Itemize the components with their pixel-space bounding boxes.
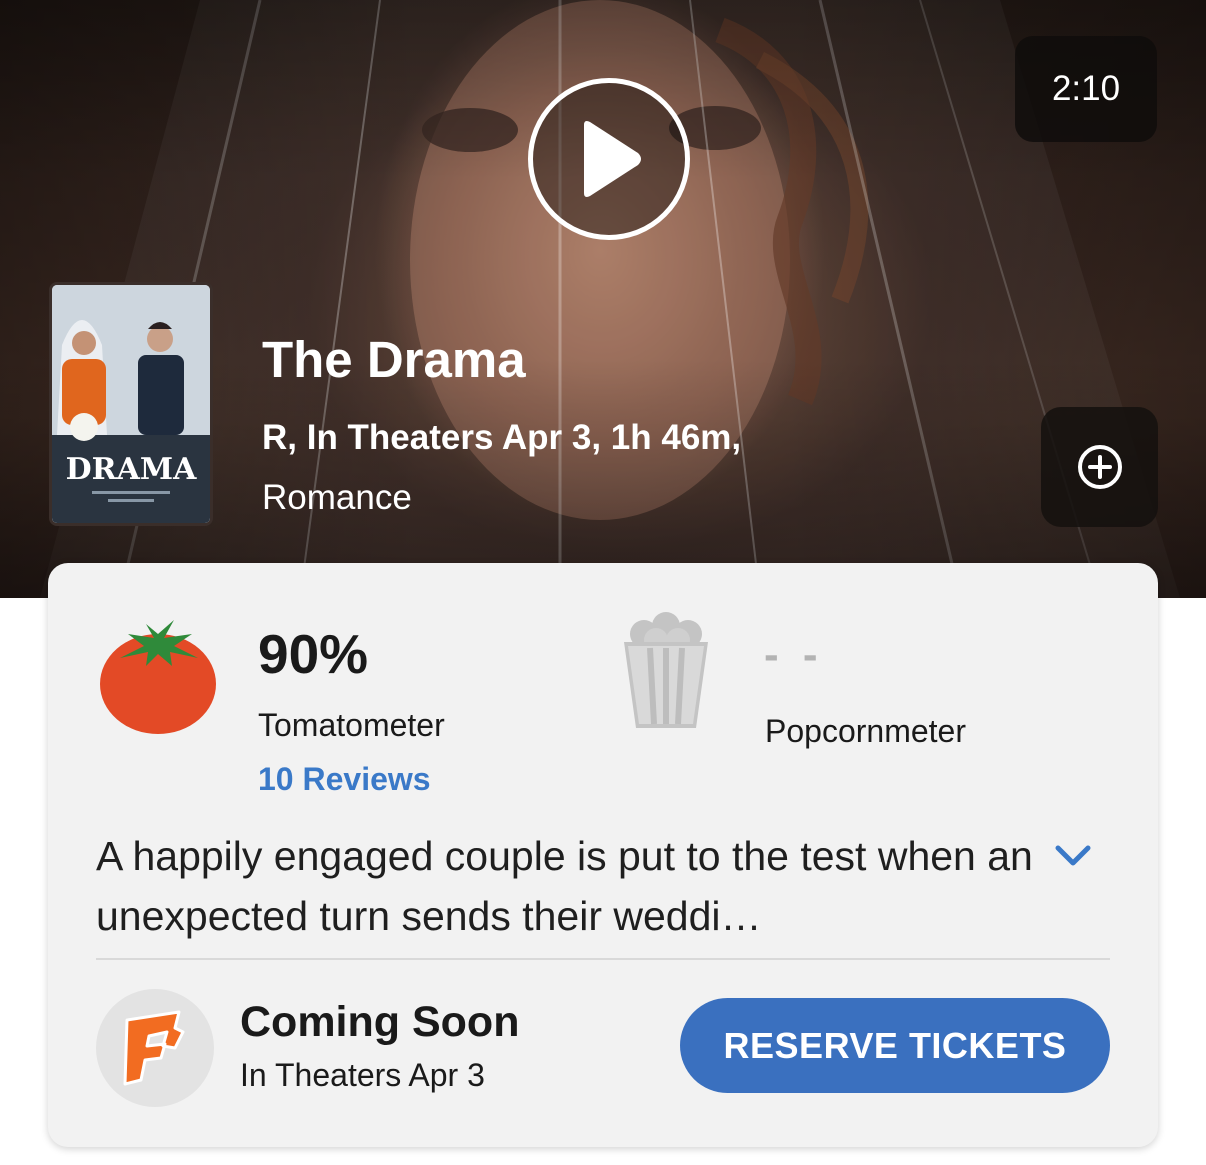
popcorn-bucket-icon	[624, 612, 708, 728]
movie-poster[interactable]: DRAMA	[49, 282, 213, 526]
movie-meta: R, In Theaters Apr 3, 1h 46m,	[262, 418, 742, 457]
movie-genre: Romance	[262, 478, 412, 517]
trailer-duration-badge: 2:10	[1015, 36, 1157, 142]
divider	[96, 958, 1110, 960]
poster-image: DRAMA	[52, 285, 210, 523]
plus-circle-icon	[1077, 445, 1122, 489]
movie-title: The Drama	[262, 331, 526, 388]
popcornmeter-score: - -	[764, 630, 824, 679]
add-to-watchlist-button[interactable]	[1041, 407, 1158, 527]
tomatometer-label: Tomatometer	[258, 707, 445, 743]
tomatometer-score: 90%	[258, 623, 369, 685]
synopsis-text[interactable]: A happily engaged couple is put to the t…	[96, 826, 1036, 946]
trailer-hero[interactable]: 2:10 DRAMA The Drama R, In Theaters Apr …	[0, 0, 1206, 598]
chevron-down-icon[interactable]	[1052, 840, 1094, 872]
tomato-icon	[100, 620, 216, 734]
ticket-status: Coming Soon	[240, 998, 520, 1046]
reviews-link[interactable]: 10 Reviews	[258, 761, 431, 798]
reserve-tickets-button[interactable]: RESERVE TICKETS	[680, 998, 1110, 1093]
poster-title: DRAMA	[66, 452, 197, 487]
fandango-icon	[123, 1010, 185, 1086]
popcornmeter-label: Popcornmeter	[765, 713, 966, 749]
release-date: In Theaters Apr 3	[240, 1057, 485, 1093]
play-trailer-button[interactable]	[528, 78, 690, 240]
fandango-logo	[96, 989, 214, 1107]
play-icon	[584, 121, 641, 197]
